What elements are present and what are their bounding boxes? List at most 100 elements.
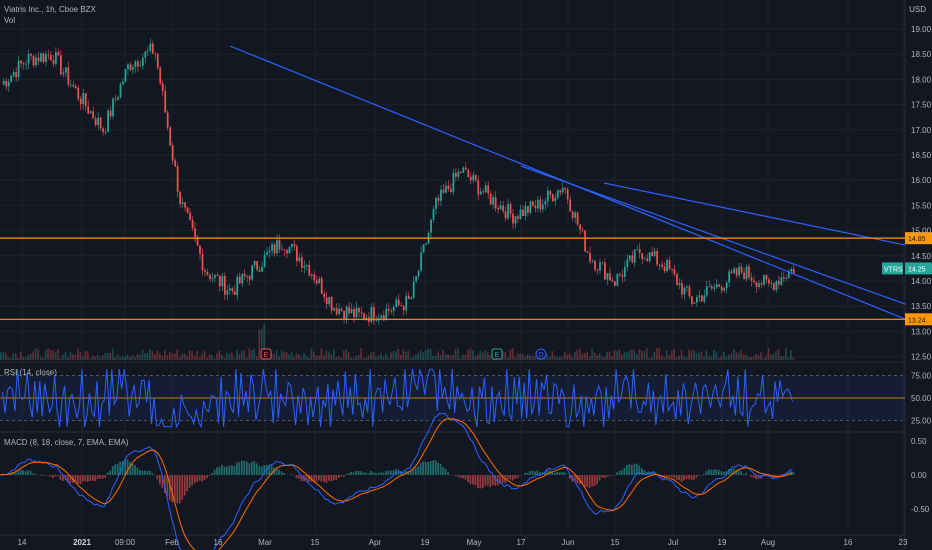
candle-body xyxy=(233,291,236,295)
macd-histogram-bar xyxy=(467,475,469,483)
candle-body xyxy=(20,60,22,64)
candle-body xyxy=(72,84,75,87)
volume-bar xyxy=(623,351,626,360)
candle-body xyxy=(695,296,698,303)
candle-body xyxy=(79,98,82,105)
volume-bar xyxy=(516,353,519,360)
volume-bar xyxy=(752,356,755,360)
candle-body xyxy=(648,252,651,262)
macd-histogram-bar xyxy=(447,472,449,475)
macd-histogram-bar xyxy=(414,467,417,475)
volume-bar xyxy=(173,353,176,360)
macd-histogram-bar xyxy=(593,475,596,486)
macd-histogram-bar xyxy=(226,466,228,475)
macd-histogram-bar xyxy=(703,473,705,475)
volume-bar xyxy=(725,356,728,360)
chart-canvas[interactable]: 14.85 13.24 VTRS 14.25 E E D 19.00 18.50 18.00 1… xyxy=(0,0,932,550)
candle-body xyxy=(328,297,331,305)
macd-histogram-bar xyxy=(481,475,484,489)
macd-tick-label: -0.50 xyxy=(911,505,930,514)
volume-bar xyxy=(407,350,410,360)
candle-body xyxy=(387,308,390,311)
symbol-title[interactable]: Viatris Inc., 1h, Cboe BZX xyxy=(4,5,96,14)
macd-histogram-bar xyxy=(253,461,256,475)
candle-body xyxy=(179,191,181,204)
volume-bar xyxy=(740,350,743,360)
macd-histogram-bar xyxy=(633,463,636,475)
candle-body xyxy=(566,189,569,200)
candle-body xyxy=(576,212,579,225)
volume-bar xyxy=(146,352,149,360)
macd-histogram-bar xyxy=(176,475,179,504)
candle-body xyxy=(765,275,768,280)
candle-body xyxy=(52,60,55,64)
candle-body xyxy=(430,219,432,233)
macd-histogram-bar xyxy=(745,472,748,475)
macd-histogram-bar xyxy=(511,475,514,481)
candle-body xyxy=(750,277,753,281)
candle-body xyxy=(102,128,104,132)
volume-bar xyxy=(633,350,636,360)
macd-histogram-bar xyxy=(583,475,586,487)
candle-body xyxy=(691,296,693,304)
candle-body xyxy=(437,197,440,201)
volume-bar xyxy=(375,356,377,360)
candle-body xyxy=(273,244,276,254)
volume-bar xyxy=(52,350,54,360)
macd-histogram-bar xyxy=(380,472,382,475)
macd-histogram-bar xyxy=(417,466,420,475)
macd-histogram-bar xyxy=(188,475,191,488)
macd-histogram-bar xyxy=(377,472,380,475)
candle-body xyxy=(154,53,157,55)
macd-histogram-bar xyxy=(201,475,203,482)
volume-bar xyxy=(283,352,285,360)
macd-histogram-bar xyxy=(524,472,526,475)
candle-body xyxy=(715,284,718,288)
candle-body xyxy=(84,93,87,107)
candle-body xyxy=(55,52,57,64)
candle-body xyxy=(755,282,758,288)
macd-histogram-bar xyxy=(626,465,628,475)
volume-bar xyxy=(678,355,680,360)
candle-body xyxy=(2,80,5,85)
macd-label[interactable]: MACD (8, 18, close, 7, EMA, EMA) xyxy=(4,438,128,447)
macd-histogram-bar xyxy=(409,471,412,475)
candle-body xyxy=(392,306,395,311)
candle-body xyxy=(534,205,537,209)
volume-bar xyxy=(695,353,698,360)
candle-body xyxy=(380,315,383,318)
volume-bar xyxy=(787,357,790,360)
macd-histogram-bar xyxy=(151,473,154,475)
volume-bar xyxy=(397,348,400,360)
horizontal-levels[interactable]: 14.85 13.24 VTRS 14.25 xyxy=(0,232,932,326)
candle-body xyxy=(636,249,639,250)
volume-bar xyxy=(121,356,124,360)
macd-histogram-bar xyxy=(322,475,325,483)
candle-body xyxy=(94,118,97,126)
volume-bar xyxy=(17,357,20,360)
time-axis[interactable]: 14 2021 09:00 Feb 16 Mar 15 Apr 19 May 17 Jun 15 Jul 1… xyxy=(18,538,908,547)
time-tick-label: May xyxy=(466,538,481,547)
volume-bar xyxy=(86,350,89,360)
candle-body xyxy=(551,194,554,202)
macd-histogram-bar xyxy=(255,463,258,475)
macd-histogram-bar xyxy=(678,475,680,481)
macd-histogram-bar xyxy=(526,472,529,475)
volume-bar xyxy=(432,355,435,360)
candle-body xyxy=(693,302,696,304)
volume-bar xyxy=(161,355,164,360)
macd-histogram-bar xyxy=(459,475,462,478)
volume-bar xyxy=(511,348,514,360)
volume-bar xyxy=(255,355,258,360)
macd-histogram-bar xyxy=(57,475,59,477)
candle-body xyxy=(623,266,626,277)
macd-histogram-bar xyxy=(685,475,688,479)
volume-label: Vol xyxy=(4,16,16,25)
macd-histogram-bar xyxy=(29,470,32,475)
macd-histogram-bar xyxy=(315,475,318,483)
macd-histogram-bar xyxy=(489,475,492,487)
candle-body xyxy=(181,202,184,204)
time-tick-label: 19 xyxy=(718,538,727,547)
macd-histogram-bar xyxy=(340,475,343,477)
rsi-label[interactable]: RSI (14, close) xyxy=(4,368,57,377)
